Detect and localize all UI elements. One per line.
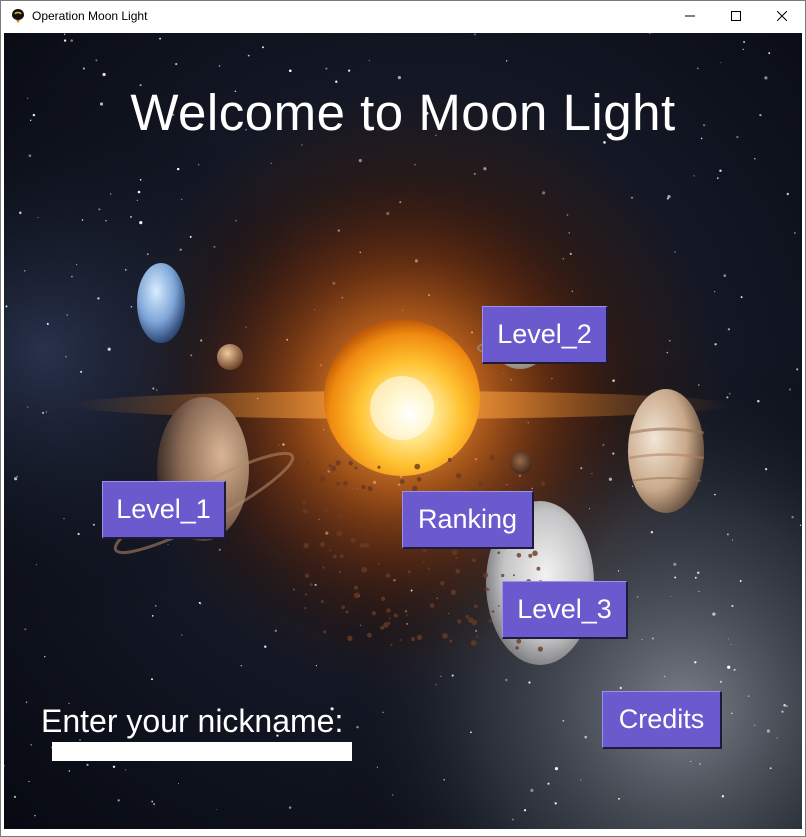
close-button[interactable]	[759, 1, 805, 31]
nickname-input[interactable]	[52, 742, 352, 761]
window-controls	[667, 1, 805, 31]
level-1-button[interactable]: Level_1	[102, 481, 226, 539]
window-title: Operation Moon Light	[32, 9, 148, 23]
minimize-button[interactable]	[667, 1, 713, 31]
close-icon	[777, 11, 787, 21]
maximize-icon	[731, 11, 741, 21]
maximize-button[interactable]	[713, 1, 759, 31]
game-canvas: Welcome to Moon Light Level_1 Level_2 Ra…	[4, 33, 802, 829]
nickname-label: Enter your nickname:	[41, 703, 344, 739]
welcome-headline: Welcome to Moon Light	[130, 84, 676, 141]
credits-button[interactable]: Credits	[602, 691, 722, 749]
ranking-button[interactable]: Ranking	[402, 491, 534, 549]
level-3-button[interactable]: Level_3	[502, 581, 628, 639]
minimize-icon	[685, 15, 695, 17]
title-bar[interactable]: Operation Moon Light	[1, 1, 805, 31]
app-window: Operation Moon Light Welcome to Moon Lig…	[0, 0, 806, 837]
level-2-button[interactable]: Level_2	[482, 306, 608, 364]
app-icon	[10, 8, 26, 24]
